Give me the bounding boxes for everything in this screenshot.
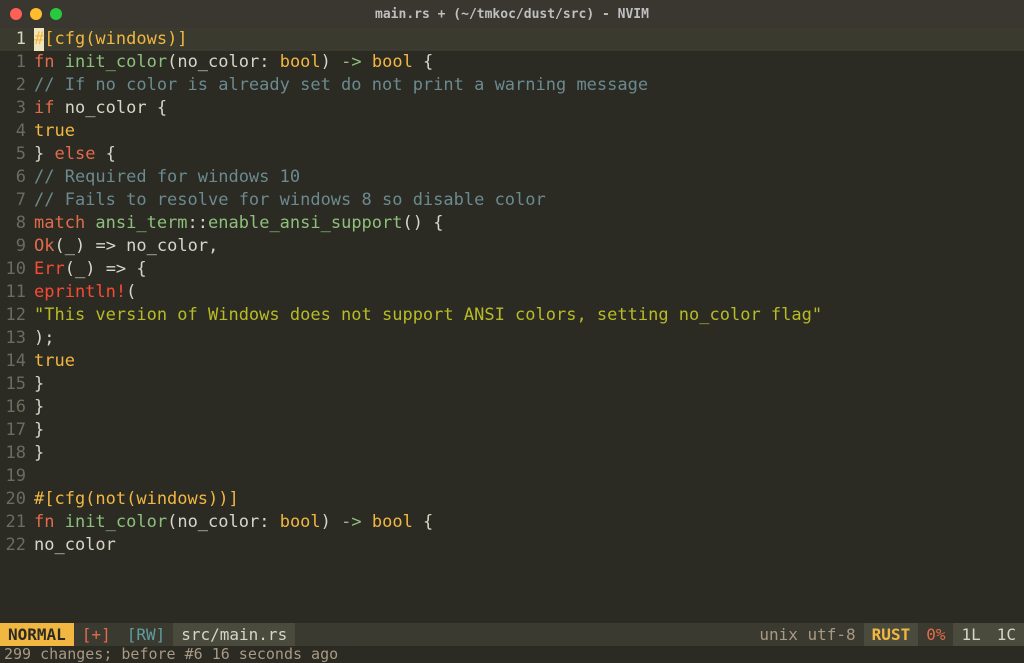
code-line[interactable]: 22no_color bbox=[0, 534, 1024, 557]
line-number: 15 bbox=[0, 373, 34, 396]
col-indicator: 1C bbox=[989, 623, 1024, 646]
code-line[interactable]: 2// If no color is already set do not pr… bbox=[0, 74, 1024, 97]
code-line[interactable]: 11eprintln!( bbox=[0, 281, 1024, 304]
readwrite-flag: [RW] bbox=[119, 623, 174, 646]
mode-indicator: NORMAL bbox=[0, 623, 74, 646]
code-content: // Fails to resolve for windows 8 so dis… bbox=[34, 189, 1024, 212]
line-number: 22 bbox=[0, 534, 34, 557]
window-title: main.rs + (~/tmkoc/dust/src) - NVIM bbox=[0, 3, 1024, 26]
code-content: eprintln!( bbox=[34, 281, 1024, 304]
code-line[interactable]: 17} bbox=[0, 419, 1024, 442]
code-line[interactable]: 9Ok(_) => no_color, bbox=[0, 235, 1024, 258]
code-line[interactable]: 1#[cfg(windows)] bbox=[0, 28, 1024, 51]
code-line[interactable]: 20#[cfg(not(windows))] bbox=[0, 488, 1024, 511]
code-content: } else { bbox=[34, 143, 1024, 166]
command-line: 299 changes; before #6 16 seconds ago bbox=[0, 646, 1024, 663]
traffic-lights bbox=[10, 8, 62, 20]
line-number: 7 bbox=[0, 189, 34, 212]
encoding: unix utf-8 bbox=[751, 623, 863, 646]
code-content: } bbox=[34, 419, 1024, 442]
cursor: # bbox=[34, 28, 44, 51]
line-number: 17 bbox=[0, 419, 34, 442]
code-line[interactable]: 8match ansi_term::enable_ansi_support() … bbox=[0, 212, 1024, 235]
code-content: Ok(_) => no_color, bbox=[34, 235, 1024, 258]
code-line[interactable]: 4true bbox=[0, 120, 1024, 143]
code-content: ); bbox=[34, 327, 1024, 350]
line-number: 4 bbox=[0, 120, 34, 143]
code-content: #[cfg(windows)] bbox=[34, 28, 1024, 51]
line-number: 1 bbox=[0, 28, 34, 51]
code-line[interactable]: 14true bbox=[0, 350, 1024, 373]
code-line[interactable]: 13); bbox=[0, 327, 1024, 350]
line-number: 13 bbox=[0, 327, 34, 350]
code-content: match ansi_term::enable_ansi_support() { bbox=[34, 212, 1024, 235]
line-number: 8 bbox=[0, 212, 34, 235]
window-titlebar: main.rs + (~/tmkoc/dust/src) - NVIM bbox=[0, 0, 1024, 28]
code-content: no_color bbox=[34, 534, 1024, 557]
code-line[interactable]: 15} bbox=[0, 373, 1024, 396]
code-line[interactable]: 21fn init_color(no_color: bool) -> bool … bbox=[0, 511, 1024, 534]
code-line[interactable]: 16} bbox=[0, 396, 1024, 419]
line-number: 6 bbox=[0, 166, 34, 189]
code-line[interactable]: 7// Fails to resolve for windows 8 so di… bbox=[0, 189, 1024, 212]
code-content: } bbox=[34, 396, 1024, 419]
close-icon[interactable] bbox=[10, 8, 22, 20]
code-content: true bbox=[34, 120, 1024, 143]
line-number: 16 bbox=[0, 396, 34, 419]
minimize-icon[interactable] bbox=[30, 8, 42, 20]
scroll-percent: 0% bbox=[918, 623, 953, 646]
line-number: 20 bbox=[0, 488, 34, 511]
code-line[interactable]: 1fn init_color(no_color: bool) -> bool { bbox=[0, 51, 1024, 74]
code-line[interactable]: 19 bbox=[0, 465, 1024, 488]
line-number: 1 bbox=[0, 51, 34, 74]
code-content: } bbox=[34, 442, 1024, 465]
code-content: if no_color { bbox=[34, 97, 1024, 120]
line-indicator: 1L bbox=[953, 623, 988, 646]
line-number: 10 bbox=[0, 258, 34, 281]
line-number: 21 bbox=[0, 511, 34, 534]
line-number: 12 bbox=[0, 304, 34, 327]
line-number: 9 bbox=[0, 235, 34, 258]
editor-area[interactable]: 1#[cfg(windows)]1fn init_color(no_color:… bbox=[0, 28, 1024, 623]
status-line: NORMAL [+] [RW] src/main.rs unix utf-8 R… bbox=[0, 623, 1024, 646]
code-content: true bbox=[34, 350, 1024, 373]
code-content: // Required for windows 10 bbox=[34, 166, 1024, 189]
modified-flag: [+] bbox=[74, 623, 119, 646]
filetype: RUST bbox=[864, 623, 919, 646]
code-line[interactable]: 6// Required for windows 10 bbox=[0, 166, 1024, 189]
code-line[interactable]: 12"This version of Windows does not supp… bbox=[0, 304, 1024, 327]
code-content: // If no color is already set do not pri… bbox=[34, 74, 1024, 97]
code-line[interactable]: 10Err(_) => { bbox=[0, 258, 1024, 281]
line-number: 5 bbox=[0, 143, 34, 166]
code-content: Err(_) => { bbox=[34, 258, 1024, 281]
line-number: 11 bbox=[0, 281, 34, 304]
line-number: 3 bbox=[0, 97, 34, 120]
code-line[interactable]: 18} bbox=[0, 442, 1024, 465]
line-number: 2 bbox=[0, 74, 34, 97]
line-number: 14 bbox=[0, 350, 34, 373]
code-content: } bbox=[34, 373, 1024, 396]
code-content: fn init_color(no_color: bool) -> bool { bbox=[34, 51, 1024, 74]
code-content: #[cfg(not(windows))] bbox=[34, 488, 1024, 511]
code-content: "This version of Windows does not suppor… bbox=[34, 304, 1024, 327]
code-content: fn init_color(no_color: bool) -> bool { bbox=[34, 511, 1024, 534]
code-content bbox=[34, 465, 1024, 488]
file-path: src/main.rs bbox=[173, 623, 295, 646]
code-line[interactable]: 5} else { bbox=[0, 143, 1024, 166]
zoom-icon[interactable] bbox=[50, 8, 62, 20]
line-number: 19 bbox=[0, 465, 34, 488]
line-number: 18 bbox=[0, 442, 34, 465]
code-line[interactable]: 3if no_color { bbox=[0, 97, 1024, 120]
